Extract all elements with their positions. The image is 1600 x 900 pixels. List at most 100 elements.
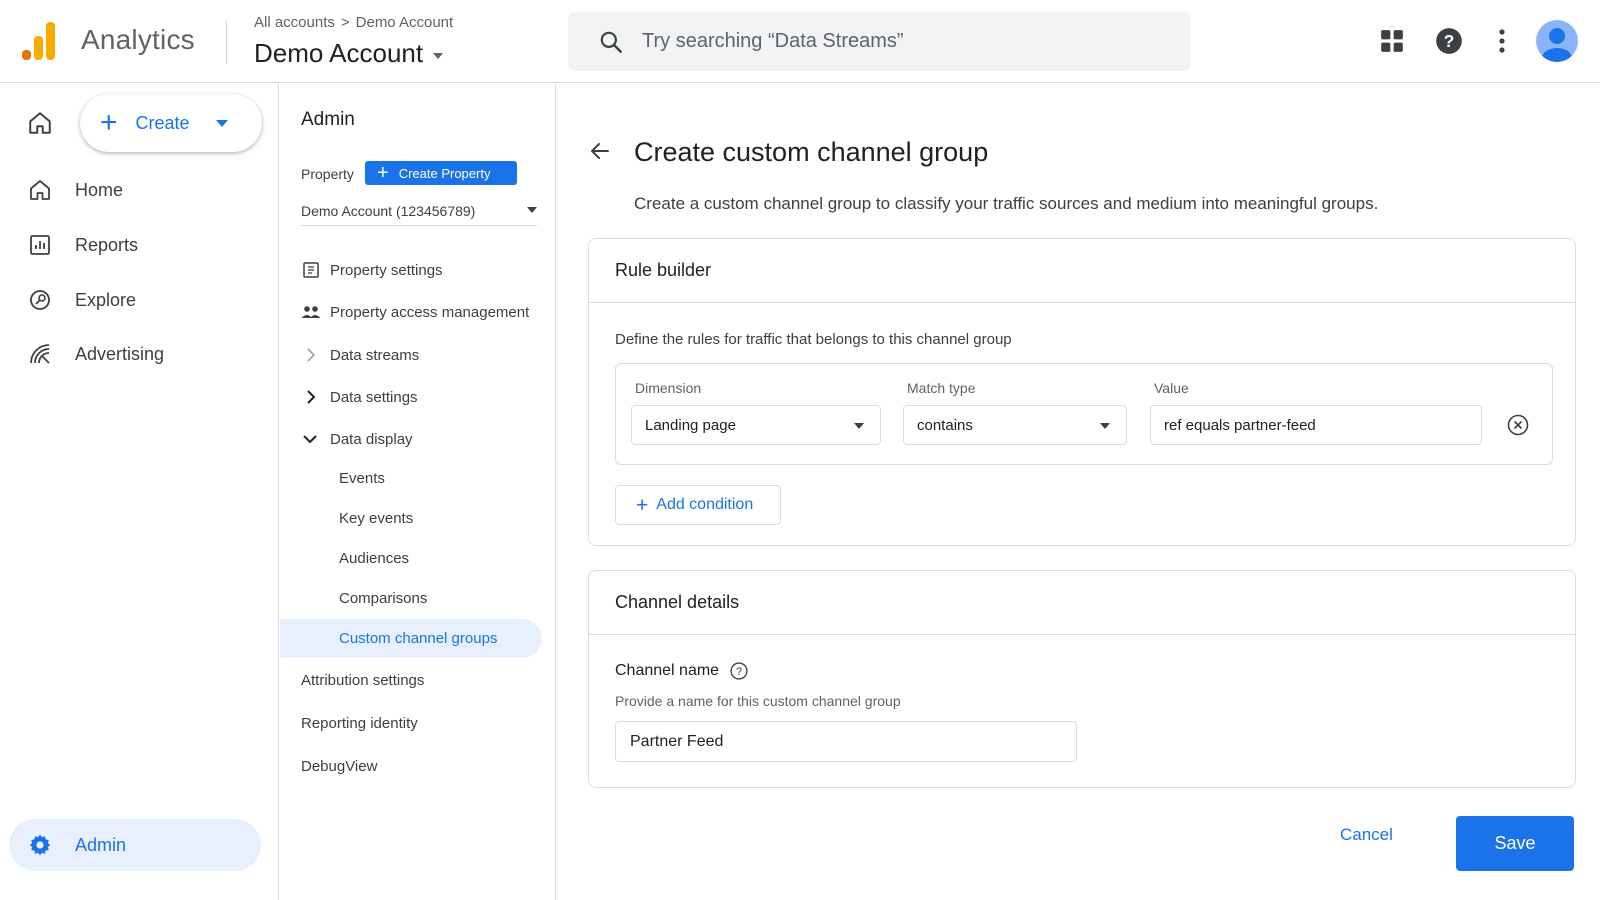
channel-details-card: Channel details Channel name ? Provide a…: [588, 570, 1576, 788]
match-type-value: contains: [917, 416, 973, 434]
admin-item-label: Property settings: [330, 261, 443, 279]
nav-item-advertising[interactable]: Advertising: [0, 332, 279, 376]
dimension-select[interactable]: Landing page: [631, 405, 881, 445]
add-condition-button[interactable]: + Add condition: [615, 485, 781, 525]
chevron-down-icon: [303, 435, 317, 444]
search-input[interactable]: [642, 12, 1162, 71]
home-icon[interactable]: [27, 110, 53, 136]
plus-icon: +: [636, 493, 649, 517]
admin-subitem-custom-channel-groups[interactable]: Custom channel groups: [339, 630, 497, 647]
create-property-label: Create Property: [398, 165, 491, 181]
page-description: Create a custom channel group to classif…: [634, 194, 1379, 213]
help-outline-icon[interactable]: ?: [729, 661, 749, 681]
nav-item-explore[interactable]: Explore: [0, 278, 279, 322]
match-type-select[interactable]: contains: [903, 405, 1127, 445]
svg-text:?: ?: [1444, 31, 1455, 51]
dimension-label: Dimension: [635, 380, 702, 396]
left-nav: + Create Home Reports Explore Advertisin…: [0, 84, 279, 900]
people-icon: [301, 306, 321, 318]
nav-item-label: Explore: [75, 289, 137, 310]
breadcrumb-account[interactable]: Demo Account: [356, 14, 454, 31]
channel-name-label: Channel name: [615, 662, 720, 679]
top-bar: Analytics All accounts > Demo Account Demo…: [0, 0, 1600, 83]
save-button[interactable]: Save: [1456, 816, 1574, 871]
nav-item-label: Advertising: [75, 343, 165, 364]
property-label: Property: [301, 166, 354, 182]
svg-text:?: ?: [736, 666, 742, 678]
admin-item-label: Data settings: [330, 388, 418, 406]
home-icon: [30, 180, 50, 200]
search-icon: [600, 31, 622, 53]
breadcrumb: All accounts > Demo Account: [254, 14, 453, 31]
admin-item-property-access[interactable]: Property access management: [280, 300, 540, 324]
admin-subitem-events[interactable]: Events: [339, 470, 385, 487]
cancel-button[interactable]: Cancel: [1340, 825, 1393, 845]
reports-icon: [30, 235, 50, 255]
value-input[interactable]: ref equals partner-feed: [1150, 405, 1482, 445]
explore-icon: [30, 290, 50, 310]
nav-item-label: Reports: [75, 234, 139, 255]
search-bar[interactable]: [568, 12, 1190, 71]
value-input-text: ref equals partner-feed: [1164, 416, 1316, 434]
apps-grid-icon[interactable]: [1375, 24, 1409, 58]
rule-builder-description: Define the rules for traffic that belong…: [615, 331, 1012, 348]
create-button[interactable]: + Create: [80, 94, 262, 152]
chevron-right-icon: [307, 390, 316, 404]
more-vert-icon[interactable]: [1485, 24, 1519, 58]
channel-name-label-row: Channel name ?: [615, 661, 749, 681]
plus-icon: +: [100, 106, 118, 139]
chevron-right-icon: [307, 348, 316, 362]
channel-name-input[interactable]: [615, 721, 1077, 762]
account-avatar[interactable]: [1536, 20, 1578, 62]
admin-item-label: Data streams: [330, 346, 420, 364]
app-name: Analytics: [81, 24, 195, 55]
channel-details-title: Channel details: [589, 571, 1575, 635]
admin-title: Admin: [301, 109, 355, 130]
analytics-logo[interactable]: [22, 22, 56, 60]
breadcrumb-all-accounts[interactable]: All accounts: [254, 14, 335, 31]
header-divider: [226, 20, 227, 64]
rule-builder-title: Rule builder: [589, 239, 1575, 303]
nav-item-label: Home: [75, 179, 124, 200]
plus-icon: +: [377, 162, 389, 184]
admin-subitem-key-events[interactable]: Key events: [339, 510, 413, 527]
admin-item-reporting-identity[interactable]: Reporting identity: [301, 715, 418, 732]
admin-item-data-settings[interactable]: Data settings: [280, 385, 540, 409]
property-settings-icon: [303, 262, 319, 278]
create-property-button[interactable]: + Create Property: [365, 161, 517, 185]
create-button-label: Create: [135, 112, 190, 133]
breadcrumb-separator-icon: >: [340, 14, 350, 31]
page-title: Create custom channel group: [634, 137, 989, 167]
caret-down-icon: [527, 207, 537, 213]
channel-name-hint: Provide a name for this custom channel g…: [615, 693, 901, 709]
admin-item-debugview[interactable]: DebugView: [301, 758, 377, 775]
dimension-value: Landing page: [645, 416, 736, 434]
admin-item-label: Data display: [330, 430, 413, 448]
rule-builder-card: Rule builder Define the rules for traffi…: [588, 238, 1576, 546]
admin-item-property-settings[interactable]: Property settings: [280, 258, 540, 282]
account-selector[interactable]: Demo Account: [254, 38, 444, 69]
admin-subitem-comparisons[interactable]: Comparisons: [339, 590, 427, 607]
caret-down-icon: [1100, 423, 1110, 429]
help-icon[interactable]: ?: [1432, 24, 1466, 58]
admin-item-data-display[interactable]: Data display: [280, 427, 540, 451]
caret-down-icon: [215, 119, 228, 127]
value-label: Value: [1154, 380, 1189, 396]
admin-panel: Admin Property + Create Property Demo Ac…: [280, 84, 556, 900]
admin-subitem-audiences[interactable]: Audiences: [339, 550, 409, 567]
nav-item-admin[interactable]: Admin: [9, 819, 261, 871]
back-arrow-icon[interactable]: [588, 139, 612, 163]
admin-item-data-streams[interactable]: Data streams: [280, 343, 540, 367]
property-select[interactable]: Demo Account (123456789): [301, 196, 537, 226]
match-type-label: Match type: [907, 380, 976, 396]
admin-item-attribution-settings[interactable]: Attribution settings: [301, 672, 424, 689]
condition-row: Dimension Landing page Match type contai…: [615, 363, 1553, 465]
caret-down-icon: [433, 52, 444, 59]
gear-icon: [29, 834, 51, 856]
nav-item-reports[interactable]: Reports: [0, 223, 279, 267]
admin-item-label: Property access management: [330, 303, 530, 321]
nav-item-home[interactable]: Home: [0, 168, 279, 212]
nav-item-label: Admin: [75, 834, 127, 855]
advertising-icon: [30, 344, 50, 364]
remove-condition-icon[interactable]: [1506, 413, 1530, 437]
